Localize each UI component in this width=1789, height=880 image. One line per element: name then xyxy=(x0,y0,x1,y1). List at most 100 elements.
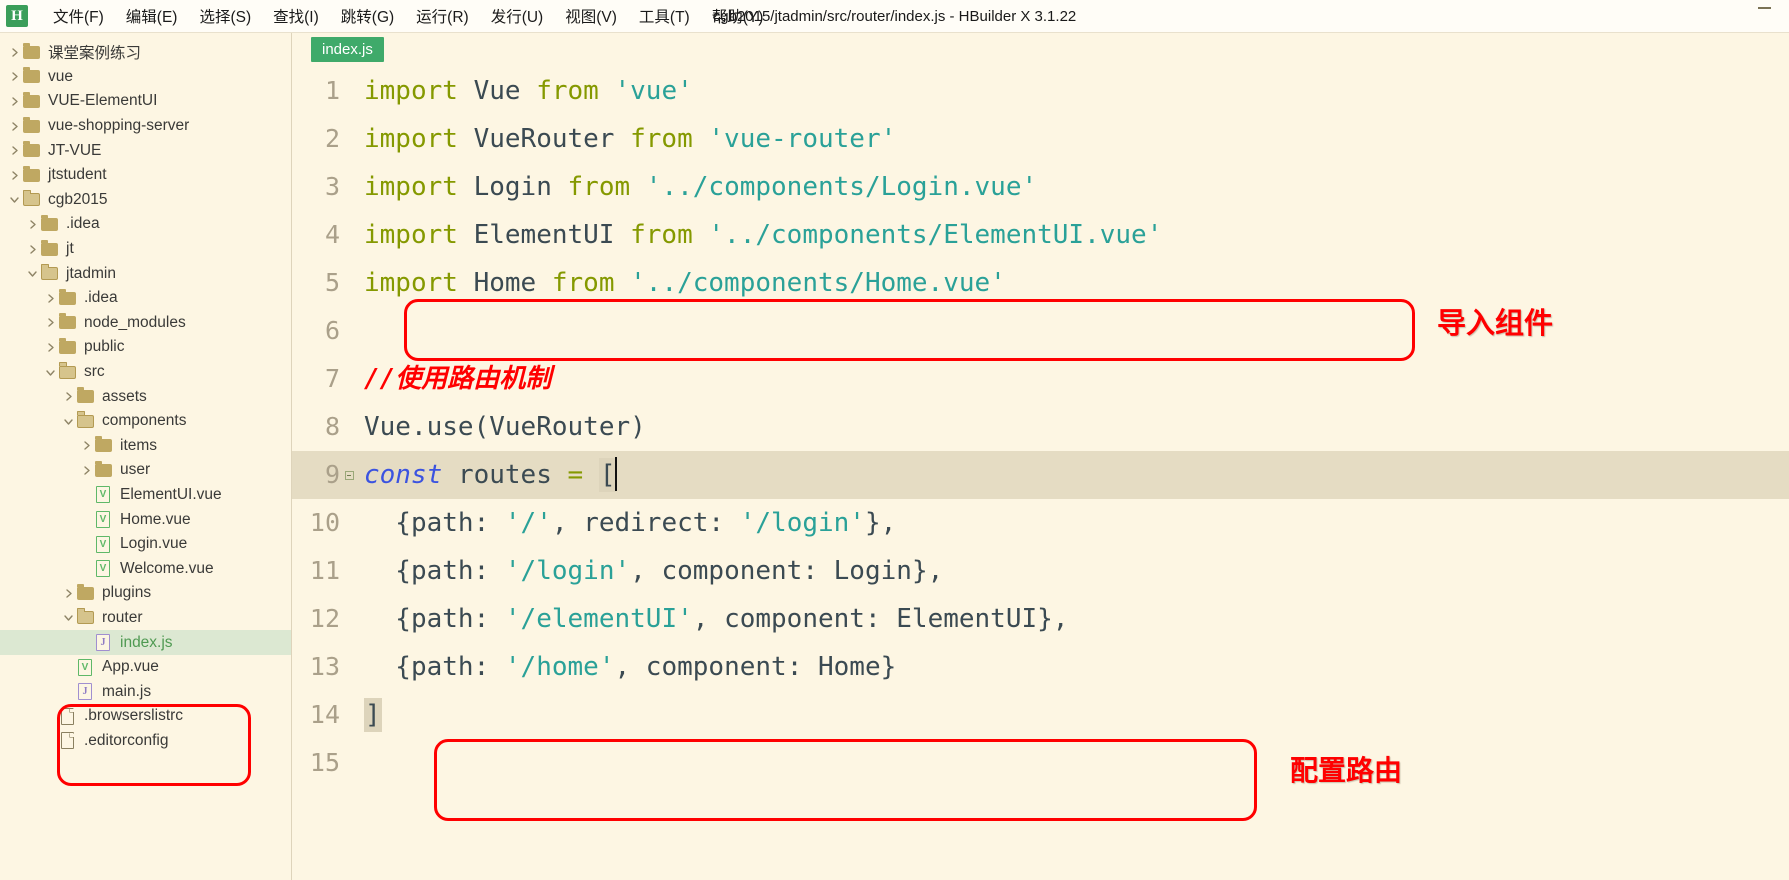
chevron-right-icon[interactable] xyxy=(6,118,22,134)
tree-item-label: public xyxy=(84,338,125,356)
menu-find[interactable]: 查找(I) xyxy=(262,2,330,30)
code-line[interactable]: 9 const routes = [ xyxy=(292,451,1789,499)
tree-item-label: jtstudent xyxy=(48,166,107,184)
fold-toggle-icon[interactable] xyxy=(340,451,358,499)
code-content[interactable]: 1 import Vue from 'vue' 2 import VueRouter … xyxy=(292,67,1789,880)
tree-item-elementui.vue[interactable]: V ElementUI.vue xyxy=(0,483,291,508)
chevron-down-icon[interactable] xyxy=(6,192,22,208)
tree-item-index.js[interactable]: Jindex.js xyxy=(0,630,291,655)
line-number: 11 xyxy=(309,556,340,585)
code-editor-panel: index.js 1 import Vue from 'vue' 2 import V… xyxy=(292,33,1789,880)
tree-item-icon xyxy=(40,239,59,259)
tree-item-plugins[interactable]: plugins xyxy=(0,581,291,606)
line-number: 4 xyxy=(324,220,340,249)
tree-item-router[interactable]: router xyxy=(0,606,291,631)
tree-item-[interactable]: 课堂案例练习 xyxy=(0,40,291,65)
chevron-right-icon[interactable] xyxy=(6,44,22,60)
chevron-right-icon[interactable] xyxy=(60,389,76,405)
chevron-right-icon[interactable] xyxy=(6,167,22,183)
folder-closed-icon xyxy=(23,165,40,182)
chevron-right-icon[interactable] xyxy=(42,290,58,306)
code-line[interactable]: 11 {path: '/login', component: Login}, xyxy=(292,547,1789,595)
menu-view[interactable]: 视图(V) xyxy=(554,2,628,30)
code-line[interactable]: 4 import ElementUI from '../components/El… xyxy=(292,211,1789,259)
folder-closed-icon xyxy=(23,141,40,158)
menu-select[interactable]: 选择(S) xyxy=(188,2,262,30)
chevron-right-icon[interactable] xyxy=(42,339,58,355)
menu-edit[interactable]: 编辑(E) xyxy=(115,2,189,30)
menu-tools[interactable]: 工具(T) xyxy=(628,2,701,30)
tree-item-jtstudent[interactable]: jtstudent xyxy=(0,163,291,188)
chevron-right-icon[interactable] xyxy=(24,241,40,257)
tree-item-main.js[interactable]: Jmain.js xyxy=(0,679,291,704)
tree-item-vue[interactable]: vue xyxy=(0,65,291,90)
folder-closed-icon xyxy=(41,214,58,231)
code-line-text: const routes = [ xyxy=(358,451,1789,499)
tree-item-icon xyxy=(76,387,95,406)
menu-help[interactable]: 帮助(Y) xyxy=(701,2,775,30)
code-line[interactable]: 5 import Home from '../components/Home.vu… xyxy=(292,259,1789,307)
tree-item-label: .browserslistrc xyxy=(84,707,184,725)
code-line[interactable]: 2 import VueRouter from 'vue-router' xyxy=(292,115,1789,163)
chevron-right-icon[interactable] xyxy=(6,143,22,159)
code-line[interactable]: 3 import Login from '../components/Login.… xyxy=(292,163,1789,211)
chevron-down-icon[interactable] xyxy=(60,413,76,429)
tree-item-app.vue[interactable]: V App.vue xyxy=(0,655,291,680)
tree-item-icon xyxy=(94,460,113,480)
minimize-button[interactable] xyxy=(1758,7,1771,9)
chevron-right-icon[interactable] xyxy=(78,462,94,478)
tree-item-items[interactable]: items xyxy=(0,434,291,459)
tree-item-.idea[interactable]: .idea xyxy=(0,286,291,311)
tree-item-.idea[interactable]: .idea xyxy=(0,212,291,237)
code-line[interactable]: 13 {path: '/home', component: Home} xyxy=(292,643,1789,691)
tree-item-.browserslistrc[interactable]: .browserslistrc xyxy=(0,704,291,729)
menu-publish[interactable]: 发行(U) xyxy=(480,2,555,30)
code-line[interactable]: 8 Vue.use(VueRouter) xyxy=(292,403,1789,451)
menu-run[interactable]: 运行(R) xyxy=(405,2,480,30)
chevron-right-icon[interactable] xyxy=(78,438,94,454)
tree-item-jt-vue[interactable]: JT-VUE xyxy=(0,138,291,163)
tree-item-assets[interactable]: assets xyxy=(0,384,291,409)
hbuilderx-window: H 文件(F) 编辑(E) 选择(S) 查找(I) 跳转(G) 运行(R) 发行… xyxy=(0,0,1789,880)
chevron-right-icon[interactable] xyxy=(6,93,22,109)
tree-item-user[interactable]: user xyxy=(0,458,291,483)
code-line[interactable]: 15 xyxy=(292,739,1789,787)
tree-item-node_modules[interactable]: node_modules xyxy=(0,311,291,336)
menu-goto[interactable]: 跳转(G) xyxy=(330,2,405,30)
tree-item-home.vue[interactable]: V Home.vue xyxy=(0,507,291,532)
tree-item-cgb2015[interactable]: cgb2015 xyxy=(0,188,291,213)
chevron-down-icon[interactable] xyxy=(24,266,40,282)
chevron-down-icon[interactable] xyxy=(42,364,58,380)
chevron-right-icon[interactable] xyxy=(6,69,22,85)
plain-file-icon xyxy=(61,707,75,725)
tree-item-welcome.vue[interactable]: V Welcome.vue xyxy=(0,556,291,581)
menu-file[interactable]: 文件(F) xyxy=(42,2,115,30)
code-line[interactable]: 7 //使用路由机制 xyxy=(292,355,1789,403)
code-line[interactable]: 10 {path: '/', redirect: '/login'}, xyxy=(292,499,1789,547)
tree-item-components[interactable]: components xyxy=(0,409,291,434)
code-line[interactable]: 12 {path: '/elementUI', component: Eleme… xyxy=(292,595,1789,643)
code-line[interactable]: 1 import Vue from 'vue' xyxy=(292,67,1789,115)
tree-item-jtadmin[interactable]: jtadmin xyxy=(0,261,291,286)
tree-item-vue-shopping-server[interactable]: vue-shopping-server xyxy=(0,114,291,139)
code-line-text: import ElementUI from '../components/Ele… xyxy=(364,220,1163,250)
chevron-right-icon[interactable] xyxy=(42,315,58,331)
tree-item-jt[interactable]: jt xyxy=(0,237,291,262)
tab-index-js[interactable]: index.js xyxy=(311,37,384,62)
tree-item-vue-elementui[interactable]: VUE-ElementUI xyxy=(0,89,291,114)
code-line-text: {path: '/home', component: Home} xyxy=(364,652,897,682)
chevron-right-icon[interactable] xyxy=(60,585,76,601)
tree-item-src[interactable]: src xyxy=(0,360,291,385)
tree-item-icon xyxy=(40,214,59,234)
code-line[interactable]: 6 xyxy=(292,307,1789,355)
line-number: 3 xyxy=(324,172,340,201)
line-number: 13 xyxy=(309,652,340,681)
code-line-text: {path: '/login', component: Login}, xyxy=(364,556,944,586)
tree-item-label: .idea xyxy=(84,289,118,307)
tree-item-public[interactable]: public xyxy=(0,335,291,360)
code-line[interactable]: 14] xyxy=(292,691,1789,739)
tree-item-.editorconfig[interactable]: .editorconfig xyxy=(0,729,291,754)
tree-item-login.vue[interactable]: V Login.vue xyxy=(0,532,291,557)
chevron-down-icon[interactable] xyxy=(60,610,76,626)
chevron-right-icon[interactable] xyxy=(24,216,40,232)
